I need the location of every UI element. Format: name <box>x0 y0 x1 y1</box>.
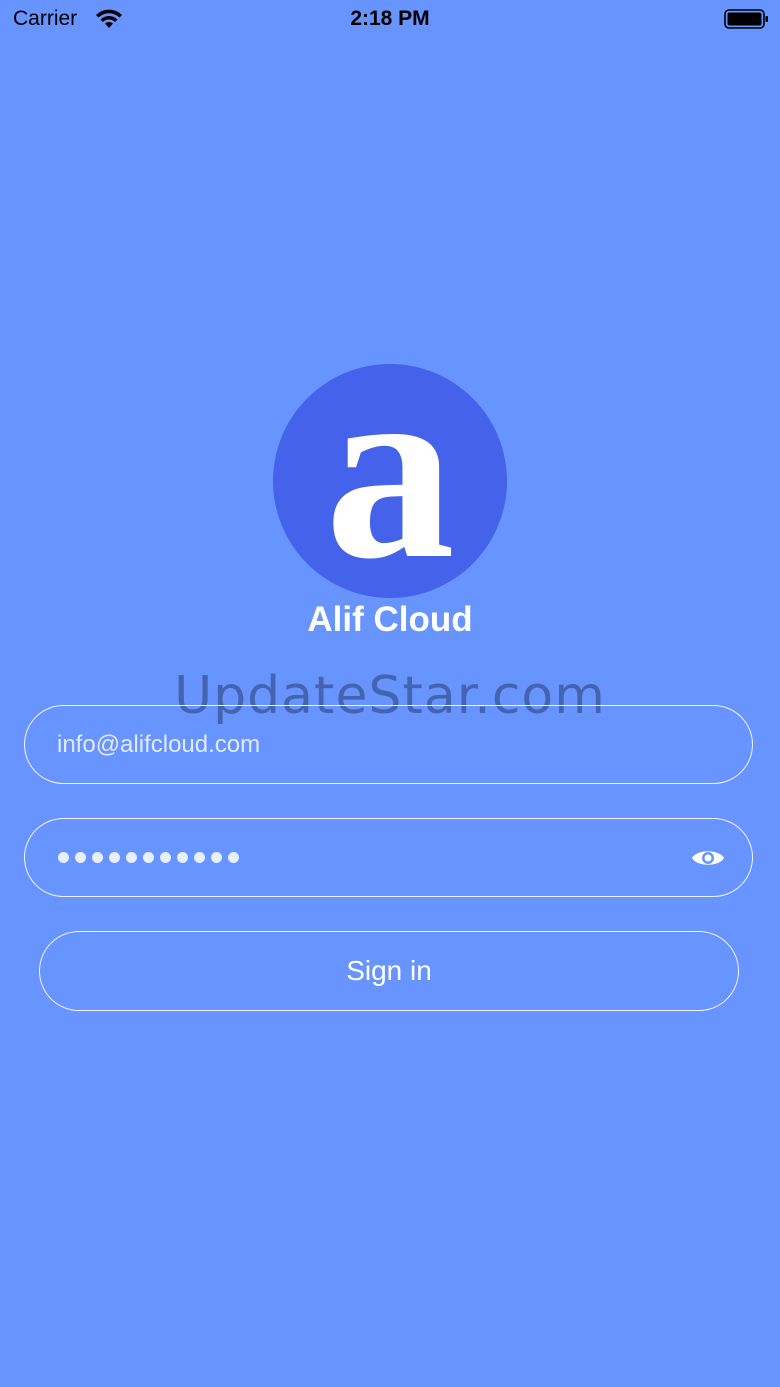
password-dot <box>228 852 239 863</box>
password-dot <box>92 852 103 863</box>
password-dot <box>194 852 205 863</box>
password-masked-value <box>58 849 239 867</box>
password-dot <box>109 852 120 863</box>
password-dot <box>126 852 137 863</box>
status-time: 2:18 PM <box>350 7 430 30</box>
app-logo: a <box>273 325 507 613</box>
password-dot <box>75 852 86 863</box>
password-dot <box>58 852 69 863</box>
app-name: Alif Cloud <box>307 600 473 639</box>
email-input[interactable] <box>55 706 699 784</box>
email-field[interactable] <box>24 705 753 784</box>
password-field[interactable] <box>24 818 753 897</box>
eye-icon[interactable] <box>691 847 725 869</box>
logo-letter: a <box>325 364 455 598</box>
status-bar: Carrier 2:18 PM <box>0 0 780 40</box>
password-dot <box>160 852 171 863</box>
password-dot <box>211 852 222 863</box>
password-dot <box>177 852 188 863</box>
password-dot <box>143 852 154 863</box>
battery-icon <box>724 9 770 34</box>
sign-in-button[interactable]: Sign in <box>39 931 739 1011</box>
